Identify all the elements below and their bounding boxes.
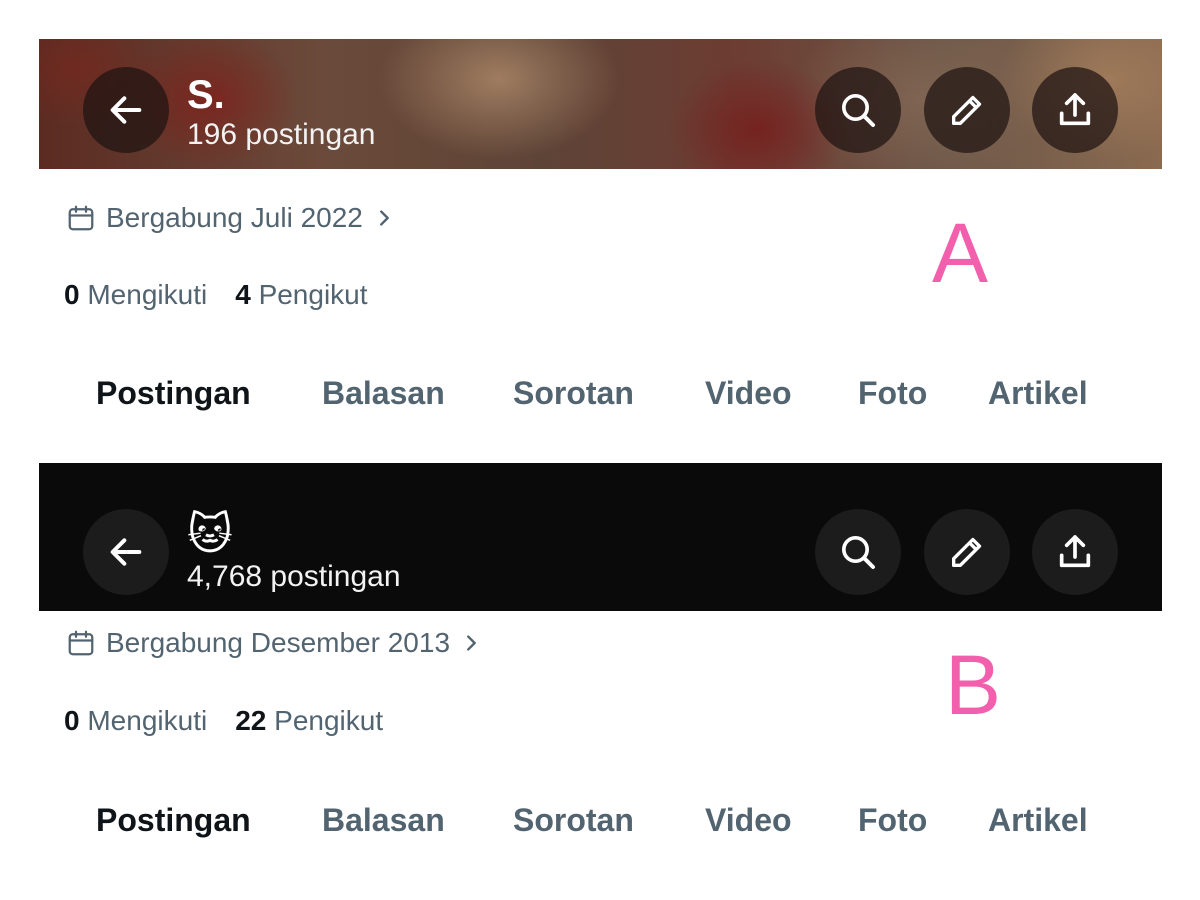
tab-postingan[interactable]: Postingan [96,802,251,839]
profile-tabs: Postingan Balasan Sorotan Video Foto Art… [39,375,1162,415]
tab-foto[interactable]: Foto [858,375,927,412]
following-link[interactable]: 0 Mengikuti [64,279,207,310]
chevron-right-icon[interactable] [373,207,395,229]
profile-name-emoji: 🐱 [187,510,233,559]
follow-stats: 0 Mengikuti 22 Pengikut [64,705,383,737]
tab-sorotan[interactable]: Sorotan [513,375,634,412]
back-button[interactable] [83,509,169,595]
join-date: Bergabung Juli 2022 [66,202,405,234]
join-date-label: Bergabung Juli 2022 [106,202,363,233]
followers-link[interactable]: 4 Pengikut [235,279,367,310]
annotation-marker: B [945,638,1002,732]
share-upload-icon [1059,93,1091,126]
arrow-left-icon [110,96,142,124]
following-link[interactable]: 0 Mengikuti [64,705,207,736]
search-icon [842,536,875,569]
following-count: 0 [64,705,80,736]
tab-sorotan[interactable]: Sorotan [513,802,634,839]
search-button[interactable] [815,67,901,153]
profile-panel-a: S. 196 postingan Bergabung Juli 2022 A 0… [39,39,1162,463]
annotation-marker: A [932,206,989,300]
edit-button[interactable] [924,67,1010,153]
share-button[interactable] [1032,509,1118,595]
tab-artikel[interactable]: Artikel [988,802,1088,839]
pencil-icon [952,537,982,567]
tab-postingan[interactable]: Postingan [96,375,251,412]
profile-header-dark: 🐱 4,768 postingan [39,463,1162,611]
profile-tabs: Postingan Balasan Sorotan Video Foto Art… [39,802,1162,842]
tab-balasan[interactable]: Balasan [322,802,445,839]
join-date: Bergabung Desember 2013 [66,627,492,659]
tab-video[interactable]: Video [705,375,792,412]
tab-artikel[interactable]: Artikel [988,375,1088,412]
share-button[interactable] [1032,67,1118,153]
tab-balasan[interactable]: Balasan [322,375,445,412]
calendar-icon [68,630,94,656]
calendar-icon [68,205,94,231]
pencil-icon [952,95,982,126]
profile-panel-b: 🐱 4,768 postingan Bergabung Desember 201… [39,463,1162,900]
followers-link[interactable]: 22 Pengikut [235,705,383,736]
search-button[interactable] [815,509,901,595]
followers-label: Pengikut [274,705,384,736]
search-icon [842,94,875,127]
followers-count: 22 [235,705,267,736]
follow-stats: 0 Mengikuti 4 Pengikut [64,279,368,311]
chevron-right-icon[interactable] [460,632,482,654]
following-count: 0 [64,279,80,310]
following-label: Mengikuti [87,705,208,736]
post-count: 4,768 postingan [187,560,401,593]
join-date-label: Bergabung Desember 2013 [106,627,451,658]
followers-count: 4 [235,279,251,310]
profile-header-banner: S. 196 postingan [39,39,1162,169]
followers-label: Pengikut [258,279,368,310]
following-label: Mengikuti [87,279,208,310]
arrow-left-icon [110,538,142,566]
profile-name: S. [187,73,225,117]
back-button[interactable] [83,67,169,153]
post-count: 196 postingan [187,118,376,151]
tab-video[interactable]: Video [705,802,792,839]
tab-foto[interactable]: Foto [858,802,927,839]
edit-button[interactable] [924,509,1010,595]
share-upload-icon [1059,535,1091,568]
